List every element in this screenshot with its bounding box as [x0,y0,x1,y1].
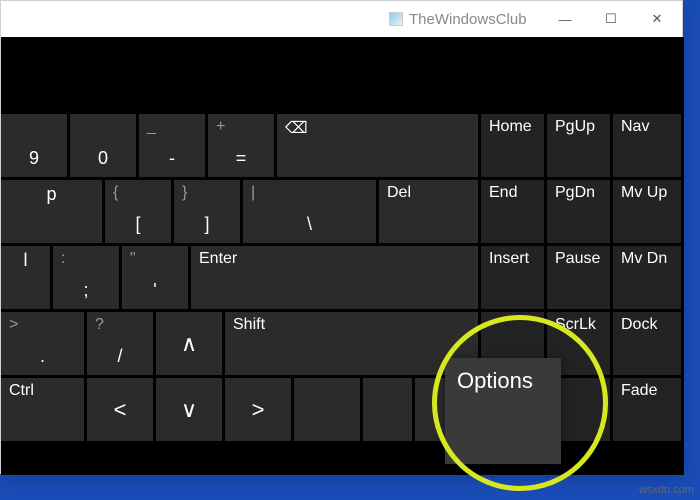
key-backslash[interactable]: |\ [243,180,376,243]
key-backspace[interactable]: ⌫ [277,114,478,177]
key-fade[interactable]: Fade [613,378,681,441]
key-nav[interactable]: Nav [613,114,681,177]
key-ctrl[interactable]: Ctrl [1,378,84,441]
key-arrow-left[interactable]: < [87,378,153,441]
key-arrow-down[interactable]: ∨ [156,378,222,441]
key-mvdn[interactable]: Mv Dn [613,246,681,309]
backspace-icon: ⌫ [285,118,308,138]
app-icon [389,12,403,26]
window-controls: — ☐ ✕ [542,1,680,37]
arrow-down-icon: ∨ [181,397,197,423]
key-mvup[interactable]: Mv Up [613,180,681,243]
maximize-button[interactable]: ☐ [588,1,634,37]
app-window: TheWindowsClub — ☐ ✕ 9 0 _- += ⌫ p {[ }]… [0,0,683,474]
key-right-bracket[interactable]: }] [174,180,240,243]
key-insert[interactable]: Insert [481,246,544,309]
key-0[interactable]: 0 [70,114,136,177]
titlebar: TheWindowsClub — ☐ ✕ [1,1,682,37]
key-delete[interactable]: Del [379,180,478,243]
key-l[interactable]: l [1,246,50,309]
arrow-right-icon: > [252,397,265,423]
key-9[interactable]: 9 [1,114,67,177]
key-left-bracket[interactable]: {[ [105,180,171,243]
options-tooltip: Options [445,358,561,464]
key-shift[interactable]: Shift [225,312,478,375]
key-equals[interactable]: += [208,114,274,177]
key-pause[interactable]: Pause [547,246,610,309]
key-enter[interactable]: Enter [191,246,478,309]
key-home[interactable]: Home [481,114,544,177]
key-quote[interactable]: "' [122,246,188,309]
arrow-left-icon: < [114,397,127,423]
watermark: wsxdn.com [639,484,694,496]
arrow-up-icon: ∧ [181,331,197,357]
key-pgup[interactable]: PgUp [547,114,610,177]
key-end[interactable]: End [481,180,544,243]
on-screen-keyboard: 9 0 _- += ⌫ p {[ }] |\ Del l :; "' Enter… [1,37,684,475]
key-minus[interactable]: _- [139,114,205,177]
window-title: TheWindowsClub [409,11,527,28]
key-arrow-up[interactable]: ∧ [156,312,222,375]
key-arrow-right[interactable]: > [225,378,291,441]
close-button[interactable]: ✕ [634,1,680,37]
minimize-button[interactable]: — [542,1,588,37]
key-slash[interactable]: ?/ [87,312,153,375]
options-label: Options [457,368,533,393]
key-p[interactable]: p [1,180,102,243]
key-semicolon[interactable]: :; [53,246,119,309]
key-dock[interactable]: Dock [613,312,681,375]
key-fn-2[interactable] [363,378,412,441]
key-period[interactable]: >. [1,312,84,375]
key-fn-1[interactable] [294,378,360,441]
key-pgdn[interactable]: PgDn [547,180,610,243]
